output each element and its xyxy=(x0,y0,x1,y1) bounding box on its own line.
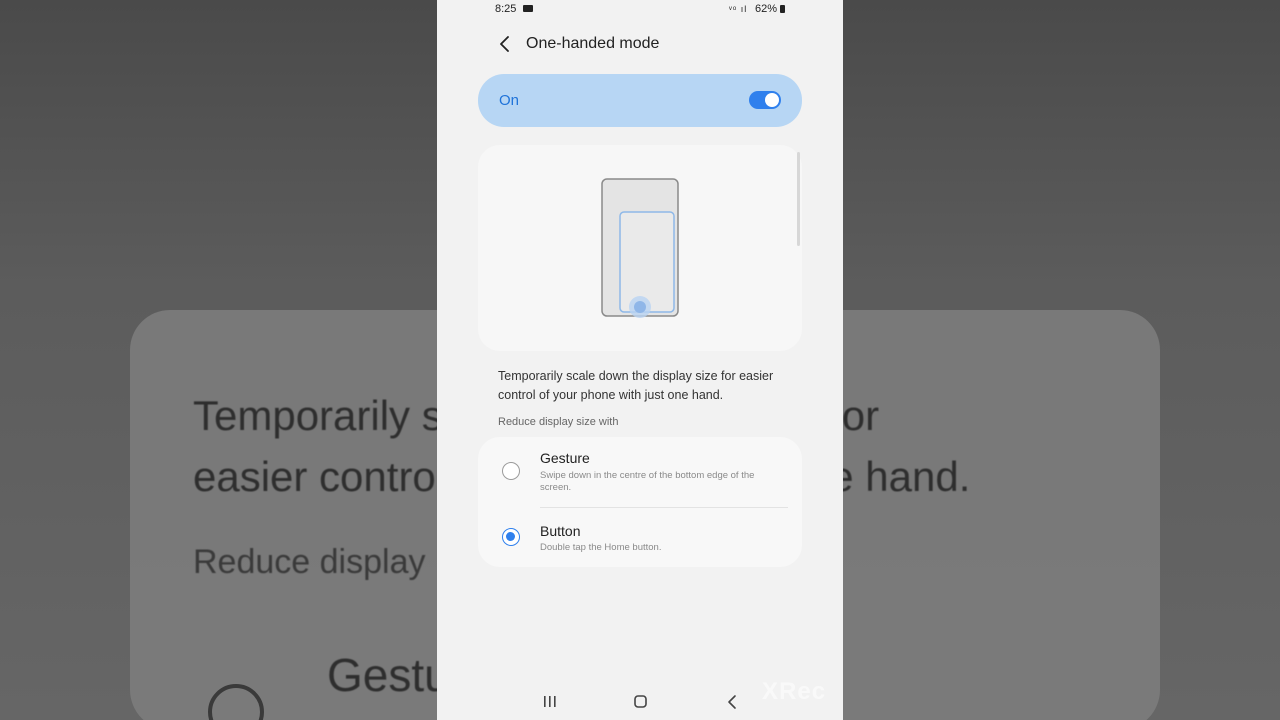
option-title: Gesture xyxy=(540,450,590,466)
nav-back-button[interactable] xyxy=(722,692,742,712)
option-subtitle: Double tap the Home button. xyxy=(540,542,662,553)
next-preview-edge xyxy=(797,152,800,246)
app-bar: One-handed mode xyxy=(437,28,843,60)
home-icon xyxy=(634,695,647,708)
page-title: One-handed mode xyxy=(526,35,660,52)
chevron-left-icon xyxy=(500,36,509,52)
watermark: XRec xyxy=(762,678,827,705)
section-label: Reduce display size with xyxy=(498,416,619,428)
options-card: Gesture Swipe down in the centre of the … xyxy=(478,437,802,567)
recording-icon xyxy=(523,5,533,12)
one-handed-illustration xyxy=(601,178,679,318)
divider xyxy=(540,507,788,508)
signal-icon: ᵛᵒ ıl xyxy=(729,4,748,14)
home-button[interactable] xyxy=(631,692,651,712)
radio-button[interactable] xyxy=(502,528,520,546)
radio-selected-dot xyxy=(506,532,515,541)
battery-level: 62% xyxy=(755,3,778,15)
status-time: 8:25 xyxy=(495,3,517,15)
back-button[interactable] xyxy=(493,32,517,56)
toggle-knob xyxy=(765,93,779,107)
recents-button[interactable] xyxy=(540,692,560,712)
option-title: Button xyxy=(540,523,581,539)
toggle-switch[interactable] xyxy=(749,91,781,109)
option-button[interactable]: Button Double tap the Home button. xyxy=(478,509,802,567)
description-text: Temporarily scale down the display size … xyxy=(498,369,774,402)
option-gesture[interactable]: Gesture Swipe down in the centre of the … xyxy=(478,437,802,507)
blurred-section-label: Reduce display xyxy=(193,543,426,581)
battery-icon xyxy=(780,5,785,13)
recents-icon xyxy=(544,696,556,707)
back-icon xyxy=(728,695,736,709)
switch-label: On xyxy=(499,92,520,109)
radio-gesture[interactable] xyxy=(502,462,520,480)
blurred-option-title: Gestu xyxy=(327,649,450,701)
master-switch-bar[interactable]: On xyxy=(478,74,802,127)
option-subtitle: Swipe down in the centre of the bottom e… xyxy=(540,470,755,493)
status-bar: 8:25 ᵛᵒ ıl 62% xyxy=(437,0,843,20)
phone-screen: 8:25 ᵛᵒ ıl 62% One-handed mode On Tempor… xyxy=(437,0,843,720)
